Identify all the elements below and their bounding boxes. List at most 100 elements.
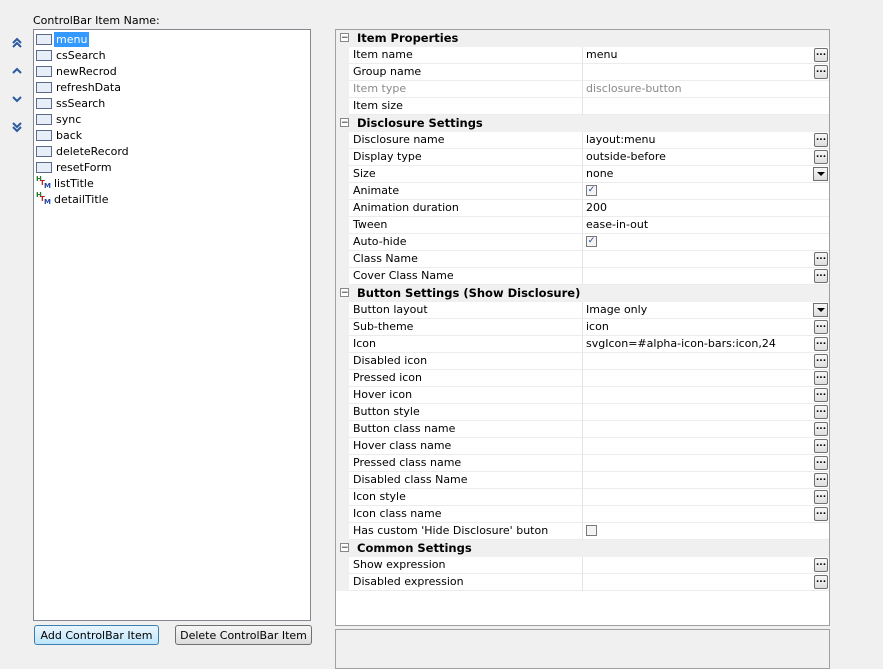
list-item[interactable]: deleteRecord (34, 143, 310, 159)
ellipsis-button[interactable]: ... (814, 354, 828, 368)
property-value[interactable]: outside-before... (583, 149, 829, 166)
move-top-icon[interactable] (8, 34, 26, 52)
ellipsis-button[interactable]: ... (814, 558, 828, 572)
property-value[interactable]: ... (583, 438, 829, 455)
delete-controlbar-item-button[interactable]: Delete ControlBar Item (175, 625, 312, 645)
property-value[interactable]: ... (583, 421, 829, 438)
ellipsis-button[interactable]: ... (814, 405, 828, 419)
property-name[interactable]: Pressed class name (349, 455, 583, 472)
property-name[interactable]: Display type (349, 149, 583, 166)
list-item[interactable]: H T MdetailTitle (34, 191, 310, 207)
list-item[interactable]: newRecrod (34, 63, 310, 79)
list-item[interactable]: ssSearch (34, 95, 310, 111)
property-value[interactable]: menu... (583, 47, 829, 64)
property-value[interactable]: ... (583, 455, 829, 472)
ellipsis-button[interactable]: ... (814, 150, 828, 164)
property-value[interactable]: ✓ (583, 183, 829, 200)
ellipsis-button[interactable]: ... (814, 439, 828, 453)
property-category[interactable]: − Button Settings (Show Disclosure) (336, 285, 829, 302)
property-name[interactable]: Cover Class Name (349, 268, 583, 285)
property-value[interactable]: ✓ (583, 234, 829, 251)
property-value[interactable]: ... (583, 506, 829, 523)
property-value[interactable]: ... (583, 404, 829, 421)
property-name[interactable]: Tween (349, 217, 583, 234)
property-name[interactable]: Button layout (349, 302, 583, 319)
property-category[interactable]: − Item Properties (336, 30, 829, 47)
list-item[interactable]: csSearch (34, 47, 310, 63)
property-value[interactable] (583, 98, 829, 115)
property-name[interactable]: Group name (349, 64, 583, 81)
ellipsis-button[interactable]: ... (814, 422, 828, 436)
checkbox[interactable]: ✓ (586, 236, 597, 247)
list-item[interactable]: sync (34, 111, 310, 127)
property-name[interactable]: Disabled class Name (349, 472, 583, 489)
property-value[interactable]: none (583, 166, 829, 183)
property-value[interactable]: ... (583, 574, 829, 591)
collapse-icon[interactable]: − (340, 288, 349, 298)
controlbar-item-list[interactable]: menu csSearch newRecrod refreshData ssSearch… (33, 29, 311, 621)
property-value[interactable]: ... (583, 370, 829, 387)
ellipsis-button[interactable]: ... (814, 320, 828, 334)
property-value[interactable]: ... (583, 353, 829, 370)
property-name[interactable]: Icon class name (349, 506, 583, 523)
property-value[interactable]: disclosure-button (583, 81, 829, 98)
property-value[interactable]: Image only (583, 302, 829, 319)
property-name[interactable]: Button style (349, 404, 583, 421)
property-value[interactable] (583, 523, 829, 540)
property-name[interactable]: Disclosure name (349, 132, 583, 149)
property-name[interactable]: Disabled icon (349, 353, 583, 370)
checkbox[interactable]: ✓ (586, 185, 597, 196)
property-value[interactable]: ... (583, 489, 829, 506)
collapse-icon[interactable]: − (340, 543, 349, 553)
ellipsis-button[interactable]: ... (814, 48, 828, 62)
ellipsis-button[interactable]: ... (814, 133, 828, 147)
property-name[interactable]: Class Name (349, 251, 583, 268)
property-value[interactable]: ease-in-out (583, 217, 829, 234)
property-name[interactable]: Item name (349, 47, 583, 64)
property-value[interactable]: ... (583, 64, 829, 81)
property-name[interactable]: Has custom 'Hide Disclosure' buton (349, 523, 583, 540)
collapse-icon[interactable]: − (340, 33, 349, 43)
add-controlbar-item-button[interactable]: Add ControlBar Item (34, 625, 159, 645)
ellipsis-button[interactable]: ... (814, 575, 828, 589)
dropdown-arrow-icon[interactable] (813, 167, 828, 181)
collapse-icon[interactable]: − (340, 118, 349, 128)
property-name[interactable]: Sub-theme (349, 319, 583, 336)
ellipsis-button[interactable]: ... (814, 337, 828, 351)
property-name[interactable]: Animation duration (349, 200, 583, 217)
list-item[interactable]: resetForm (34, 159, 310, 175)
ellipsis-button[interactable]: ... (814, 473, 828, 487)
ellipsis-button[interactable]: ... (814, 65, 828, 79)
ellipsis-button[interactable]: ... (814, 507, 828, 521)
property-value[interactable]: ... (583, 557, 829, 574)
ellipsis-button[interactable]: ... (814, 388, 828, 402)
checkbox[interactable] (586, 525, 597, 536)
property-name[interactable]: Disabled expression (349, 574, 583, 591)
ellipsis-button[interactable]: ... (814, 490, 828, 504)
property-value[interactable]: layout:menu... (583, 132, 829, 149)
property-name[interactable]: Hover class name (349, 438, 583, 455)
list-item[interactable]: H T MlistTitle (34, 175, 310, 191)
property-category[interactable]: − Disclosure Settings (336, 115, 829, 132)
property-name[interactable]: Icon (349, 336, 583, 353)
ellipsis-button[interactable]: ... (814, 371, 828, 385)
list-item[interactable]: back (34, 127, 310, 143)
list-item[interactable]: refreshData (34, 79, 310, 95)
property-name[interactable]: Hover icon (349, 387, 583, 404)
property-value[interactable]: ... (583, 268, 829, 285)
property-name[interactable]: Size (349, 166, 583, 183)
property-name[interactable]: Auto-hide (349, 234, 583, 251)
property-name[interactable]: Pressed icon (349, 370, 583, 387)
property-value[interactable]: ... (583, 251, 829, 268)
property-category[interactable]: − Common Settings (336, 540, 829, 557)
property-value[interactable]: 200 (583, 200, 829, 217)
property-name[interactable]: Animate (349, 183, 583, 200)
property-value[interactable]: ... (583, 387, 829, 404)
property-value[interactable]: svgIcon=#alpha-icon-bars:icon,24... (583, 336, 829, 353)
property-value[interactable]: icon... (583, 319, 829, 336)
property-name[interactable]: Icon style (349, 489, 583, 506)
property-name[interactable]: Button class name (349, 421, 583, 438)
list-item[interactable]: menu (34, 31, 310, 47)
ellipsis-button[interactable]: ... (814, 252, 828, 266)
move-down-icon[interactable] (8, 90, 26, 108)
